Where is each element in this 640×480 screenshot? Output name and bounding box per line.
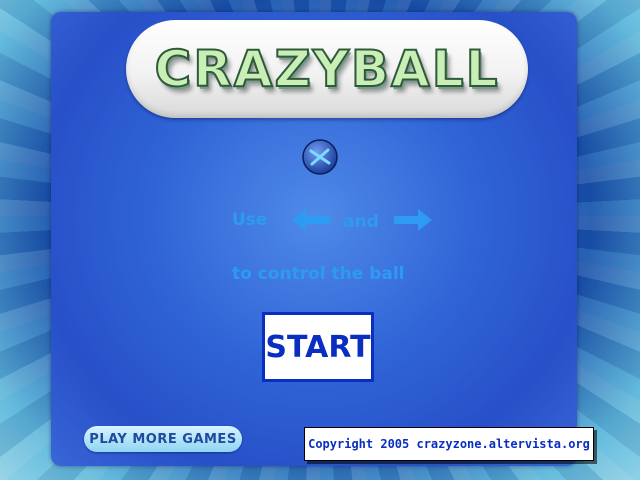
copyright-notice: Copyright 2005 crazyzone.altervista.org xyxy=(304,427,594,461)
title-banner: CRAZYBALL xyxy=(126,20,528,118)
start-button[interactable]: START xyxy=(262,312,374,382)
right-arrow-icon xyxy=(394,209,432,231)
instruction-control: to control the ball xyxy=(232,264,405,284)
ball-icon xyxy=(302,139,338,175)
left-arrow-icon xyxy=(292,209,330,231)
play-more-games-button[interactable]: PLAY MORE GAMES xyxy=(84,426,242,452)
instruction-use: Use xyxy=(232,210,268,230)
instruction-and: and xyxy=(343,212,379,232)
game-title: CRAZYBALL xyxy=(154,39,500,99)
